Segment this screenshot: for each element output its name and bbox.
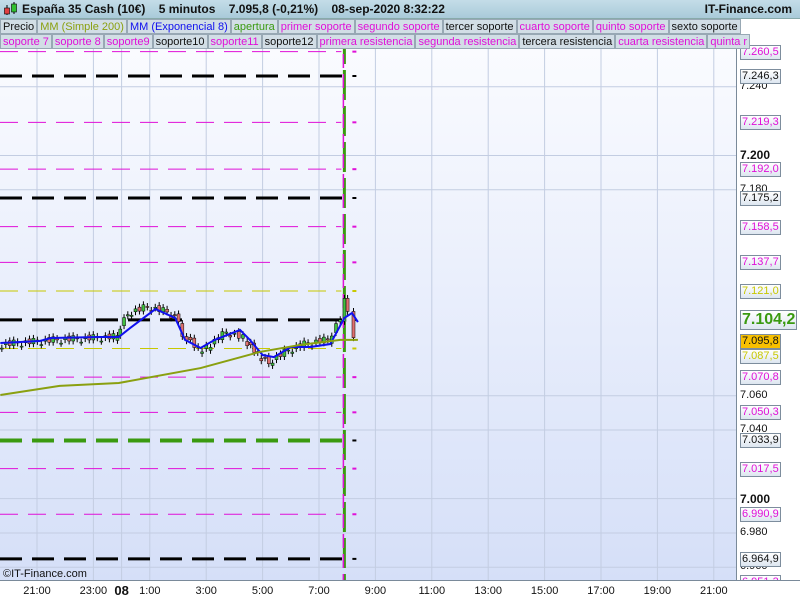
chart-title: España 35 Cash (10€) 5 minutos 7.095,8 (… bbox=[22, 2, 445, 16]
legend-item[interactable]: soporte10 bbox=[152, 34, 208, 49]
time-tick-label: 7:00 bbox=[308, 585, 330, 597]
candle bbox=[267, 356, 271, 365]
candle bbox=[19, 345, 24, 348]
level-price-label: 7.121,0 bbox=[740, 284, 781, 299]
time-tick-label: 21:00 bbox=[700, 585, 728, 597]
time-tick-label: 21:00 bbox=[23, 585, 51, 597]
level-price-label: 7.104,2 bbox=[740, 309, 798, 330]
level-price-label: 6.990,9 bbox=[740, 507, 781, 523]
legend-item[interactable]: soporte11 bbox=[207, 34, 262, 49]
legend-item[interactable]: apertura bbox=[230, 19, 278, 34]
legend-row-1: Precio MM (Simple 200) MM (Exponencial 8) a… bbox=[0, 19, 741, 34]
candle bbox=[208, 347, 213, 351]
legend-item[interactable]: tercer soporte bbox=[442, 19, 517, 34]
legend-item[interactable]: Precio bbox=[0, 19, 38, 34]
candle bbox=[236, 331, 241, 339]
level-price-label: 7.033,9 bbox=[740, 433, 781, 449]
brand: IT-Finance.com bbox=[704, 2, 792, 16]
level-price-label: 7.246,3 bbox=[740, 69, 781, 84]
candle bbox=[188, 337, 193, 341]
time-tick-label: 1:00 bbox=[139, 585, 161, 597]
candle bbox=[259, 358, 264, 362]
candle bbox=[245, 341, 249, 346]
time-axis: 21:00 23:00 08 1:00 3:00 5:00 7:00 9:00 11:00 13:… bbox=[0, 580, 800, 600]
level-price-label: 6.964,9 bbox=[740, 551, 781, 567]
candle bbox=[176, 313, 181, 322]
candle bbox=[79, 341, 83, 344]
time-tick-label: 23:00 bbox=[79, 585, 108, 597]
legend-item[interactable]: soporte 8 bbox=[51, 34, 104, 49]
title-bar: España 35 Cash (10€) 5 minutos 7.095,8 (… bbox=[0, 0, 800, 19]
level-price-label: 7.219,3 bbox=[740, 115, 781, 131]
level-price-label: 7.192,0 bbox=[740, 162, 781, 178]
legend-item[interactable]: cuarta resistencia bbox=[615, 34, 708, 49]
candle bbox=[0, 347, 4, 350]
time-tick-label: 08 bbox=[114, 583, 129, 598]
time-tick-label: 11:00 bbox=[418, 585, 446, 597]
candle bbox=[290, 351, 295, 354]
candle bbox=[263, 357, 267, 359]
candle bbox=[129, 314, 134, 317]
candle bbox=[126, 314, 130, 317]
legend-item[interactable]: tercera resistencia bbox=[519, 34, 616, 49]
candle bbox=[326, 338, 330, 341]
legend-item[interactable]: soporte9 bbox=[103, 34, 153, 49]
candle bbox=[141, 304, 146, 312]
candle bbox=[137, 306, 142, 312]
legend-item[interactable]: segunda resistencia bbox=[415, 34, 520, 49]
level-price-label: 7.087,5 bbox=[740, 348, 781, 364]
legend-item[interactable]: soporte12 bbox=[261, 34, 317, 49]
candle bbox=[200, 351, 204, 354]
legend-item[interactable]: sexto soporte bbox=[668, 19, 741, 34]
price-tick-label: 6.980 bbox=[740, 525, 768, 538]
candle bbox=[99, 340, 104, 343]
legend-item[interactable]: soporte 7 bbox=[0, 34, 52, 49]
candle bbox=[122, 317, 126, 326]
level-price-label: 7.017,5 bbox=[740, 461, 781, 477]
legend-item[interactable]: quinto soporte bbox=[592, 19, 669, 34]
legend-item[interactable]: primera resistencia bbox=[316, 34, 416, 49]
candle bbox=[39, 344, 44, 346]
legend-row-2: soporte 7 soporte 8 soporte9 soporte10 sopor… bbox=[0, 34, 751, 49]
level-price-label: 7.050,3 bbox=[740, 405, 781, 421]
price-tick-label: 7.000 bbox=[740, 491, 771, 506]
price-axis: 7.2407.2007.1807.0607.0407.0006.9806.960… bbox=[738, 34, 800, 591]
legend-item[interactable]: quinta r bbox=[707, 34, 751, 49]
level-price-label: 7.070,8 bbox=[740, 370, 781, 386]
level-price-label: 7.095,8 bbox=[740, 333, 781, 349]
level-price-label: 7.175,2 bbox=[740, 191, 781, 206]
level-price-label: 7.137,7 bbox=[740, 255, 781, 271]
time-tick-label: 5:00 bbox=[251, 585, 274, 597]
candle bbox=[224, 331, 229, 334]
legend-item[interactable]: cuarto soporte bbox=[516, 19, 593, 34]
candle bbox=[145, 306, 150, 308]
candlestick-logo-icon bbox=[4, 2, 17, 15]
candle bbox=[338, 319, 342, 323]
time-tick-label: 19:00 bbox=[643, 585, 672, 597]
candle bbox=[133, 308, 138, 313]
candle bbox=[173, 314, 177, 316]
candle bbox=[270, 362, 275, 366]
candle bbox=[165, 308, 169, 313]
time-tick-label: 9:00 bbox=[364, 585, 387, 597]
price-tick-label: 7.200 bbox=[740, 148, 771, 163]
chart-plot-area[interactable] bbox=[0, 34, 737, 580]
legend-item[interactable]: segundo soporte bbox=[354, 19, 443, 34]
time-tick-label: 3:00 bbox=[195, 585, 217, 597]
candle bbox=[59, 342, 63, 345]
time-tick-label: 15:00 bbox=[530, 585, 559, 597]
price-tick-label: 7.060 bbox=[740, 388, 768, 401]
candle bbox=[345, 298, 350, 312]
legend-item[interactable]: primer soporte bbox=[277, 19, 355, 34]
legend-item[interactable]: MM (Simple 200) bbox=[37, 19, 127, 34]
time-tick-label: 17:00 bbox=[587, 585, 615, 597]
time-tick-label: 13:00 bbox=[474, 585, 502, 597]
candle bbox=[228, 335, 233, 338]
copyright: ©IT-Finance.com bbox=[3, 568, 87, 580]
level-price-label: 7.158,5 bbox=[740, 219, 781, 235]
legend-item[interactable]: MM (Exponencial 8) bbox=[126, 19, 231, 34]
